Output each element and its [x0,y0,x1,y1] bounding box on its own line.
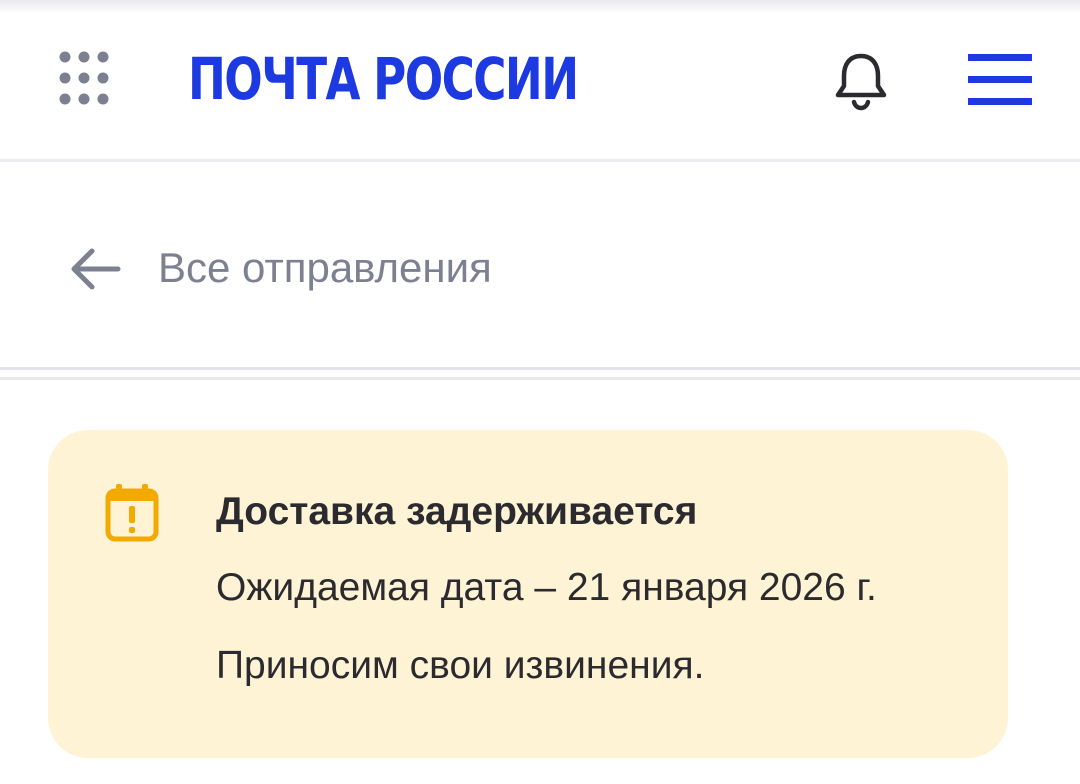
back-button[interactable] [66,244,124,294]
app-header: ПОЧТА РОССИИ [0,0,1080,162]
apps-grid-button[interactable] [54,46,114,110]
main-menu-button[interactable] [966,52,1034,108]
back-navigation: Все отправления [0,164,1080,368]
notifications-button[interactable] [828,46,894,112]
apology-text: Приносим свои извинения. [216,644,705,687]
pochta-rossii-logo[interactable]: ПОЧТА РОССИИ [188,44,579,114]
divider [0,377,1080,380]
expected-date-text: Ожидаемая дата – 21 января 2026 г. [216,566,877,609]
bell-icon [835,53,887,111]
arrow-left-icon [71,248,121,290]
all-shipments-link[interactable]: Все отправления [158,240,492,296]
calendar-alert-icon [105,484,159,542]
delivery-delay-notice: Доставка задерживается Ожидаемая дата – … [48,430,1008,758]
notice-title: Доставка задерживается [216,490,698,533]
divider [0,367,1080,370]
hamburger-menu-icon [968,54,1032,105]
header-top-shadow [0,0,1080,14]
apps-grid-icon [59,51,109,105]
